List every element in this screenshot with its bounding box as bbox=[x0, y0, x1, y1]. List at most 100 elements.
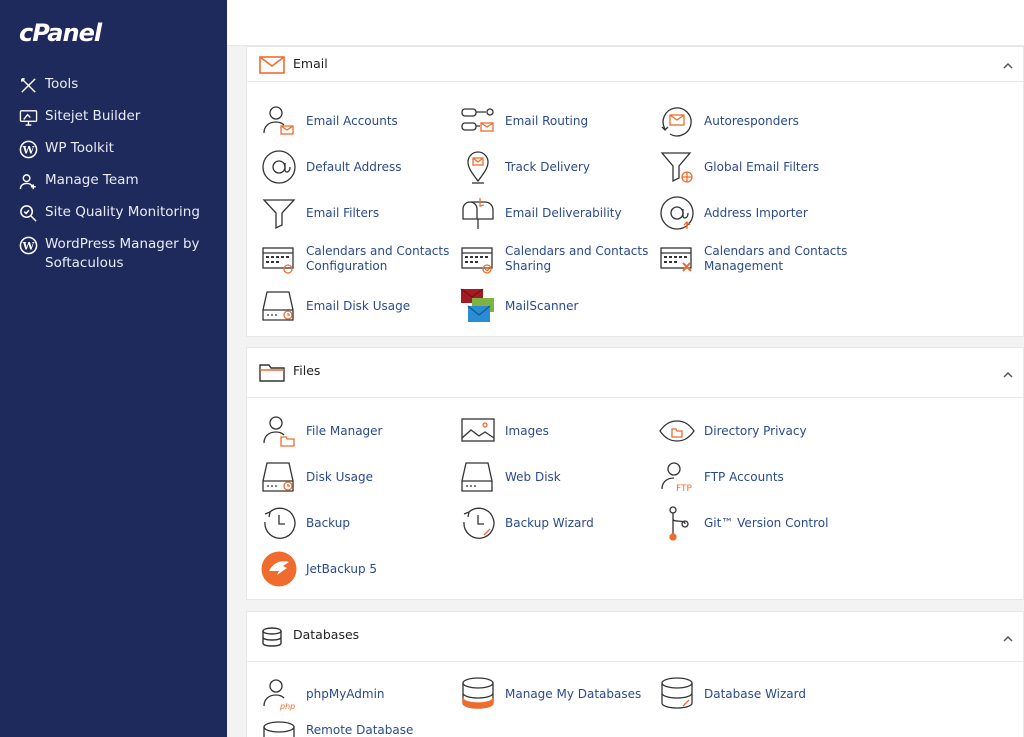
sidebar-item-label: WordPress Manager by Softaculous bbox=[45, 236, 200, 271]
item-label: Autoresponders bbox=[704, 113, 799, 128]
search-check-icon bbox=[18, 203, 38, 223]
email-deliverability-link[interactable]: Email Deliverability bbox=[460, 193, 655, 233]
sidebar-item-label: Manage Team bbox=[45, 172, 139, 188]
disk-icon bbox=[261, 459, 297, 495]
disk-usage-icon bbox=[261, 288, 297, 324]
phpmyadmin-link[interactable]: php phpMyAdmin bbox=[261, 674, 456, 714]
databases-section-header[interactable]: Databases bbox=[247, 612, 1023, 662]
email-section-header[interactable]: Email bbox=[247, 47, 1023, 82]
calendars-contacts-sharing-link[interactable]: Calendars and Contacts Sharing bbox=[460, 239, 655, 279]
sidebar-item-tools[interactable]: Tools bbox=[18, 75, 218, 95]
chevron-up-icon[interactable] bbox=[1001, 58, 1015, 72]
calendar-share-icon bbox=[460, 241, 496, 277]
mailscanner-icon bbox=[460, 288, 496, 324]
item-label: Address Importer bbox=[704, 205, 808, 220]
chevron-up-icon[interactable] bbox=[1001, 631, 1015, 645]
databases-section: Databases php phpMyAdmin Manage My Datab… bbox=[246, 611, 1024, 737]
remote-database-icon bbox=[261, 720, 297, 737]
sidebar-item-manage-team[interactable]: Manage Team bbox=[18, 171, 218, 191]
item-label: Calendars and Contacts Management bbox=[704, 244, 848, 273]
directory-privacy-link[interactable]: Directory Privacy bbox=[659, 411, 854, 451]
sidebar-item-label: WP Toolkit bbox=[45, 140, 114, 156]
files-section-header[interactable]: Files bbox=[247, 348, 1023, 398]
item-label: Email Disk Usage bbox=[306, 298, 411, 313]
backup-wizard-link[interactable]: Backup Wizard bbox=[460, 503, 655, 543]
top-header-bar bbox=[227, 0, 1024, 46]
svg-text:php: php bbox=[279, 702, 295, 711]
user-folder-icon bbox=[261, 413, 297, 449]
email-section-title: Email bbox=[293, 56, 328, 71]
svg-text:W: W bbox=[21, 240, 34, 252]
email-section: Email Email Accounts Email Routing Autor… bbox=[246, 46, 1024, 337]
item-label: Email Filters bbox=[306, 205, 380, 220]
sidebar-item-sitejet-builder[interactable]: Sitejet Builder bbox=[18, 107, 218, 127]
item-label: Manage My Databases bbox=[505, 686, 642, 701]
item-label: Global Email Filters bbox=[704, 159, 820, 174]
email-filters-link[interactable]: Email Filters bbox=[261, 193, 456, 233]
sidebar-item-label: Sitejet Builder bbox=[45, 108, 141, 124]
item-label: Default Address bbox=[306, 159, 402, 174]
backup-link[interactable]: Backup bbox=[261, 503, 456, 543]
file-manager-link[interactable]: File Manager bbox=[261, 411, 456, 451]
item-label: Email Routing bbox=[505, 113, 589, 128]
sidebar-item-label: Tools bbox=[45, 76, 79, 92]
calendars-contacts-configuration-link[interactable]: Calendars and Contacts Configuration bbox=[261, 239, 456, 279]
jetbackup-icon bbox=[261, 551, 297, 587]
email-accounts-link[interactable]: Email Accounts bbox=[261, 101, 456, 141]
at-import-icon bbox=[659, 195, 695, 231]
item-label: File Manager bbox=[306, 423, 383, 438]
remote-database-access-link[interactable]: Remote Database Access bbox=[261, 718, 456, 737]
item-label: phpMyAdmin bbox=[306, 686, 385, 701]
item-label: Remote Database Access bbox=[306, 723, 414, 737]
item-label: Images bbox=[505, 423, 549, 438]
email-disk-usage-link[interactable]: Email Disk Usage bbox=[261, 286, 456, 326]
envelope-icon bbox=[259, 55, 285, 77]
item-label: JetBackup 5 bbox=[306, 561, 378, 576]
default-address-link[interactable]: Default Address bbox=[261, 147, 456, 187]
item-label: Git™ Version Control bbox=[704, 515, 829, 530]
sidebar-item-wordpress-manager[interactable]: W WordPress Manager by Softaculous bbox=[18, 235, 218, 273]
eye-folder-icon bbox=[659, 413, 695, 449]
monitor-icon bbox=[18, 107, 38, 127]
calendars-contacts-management-link[interactable]: Calendars and Contacts Management bbox=[659, 239, 854, 279]
mailbox-icon bbox=[460, 195, 496, 231]
php-user-icon: php bbox=[261, 676, 297, 712]
images-link[interactable]: Images bbox=[460, 411, 655, 451]
mailscanner-link[interactable]: MailScanner bbox=[460, 286, 655, 326]
item-label: Email Accounts bbox=[306, 113, 398, 128]
tools-icon bbox=[18, 75, 38, 95]
sidebar-item-wp-toolkit[interactable]: W WP Toolkit bbox=[18, 139, 218, 159]
item-label: Email Deliverability bbox=[505, 205, 622, 220]
disk-usage-link[interactable]: Disk Usage bbox=[261, 457, 456, 497]
global-email-filters-link[interactable]: Global Email Filters bbox=[659, 147, 854, 187]
track-delivery-link[interactable]: Track Delivery bbox=[460, 147, 655, 187]
address-importer-link[interactable]: Address Importer bbox=[659, 193, 854, 233]
cpanel-logo[interactable]: cPanel bbox=[19, 19, 102, 47]
manage-my-databases-link[interactable]: Manage My Databases bbox=[460, 674, 655, 714]
files-section: Files File Manager Images Directory Priv… bbox=[246, 347, 1024, 600]
item-label: Calendars and Contacts Sharing bbox=[505, 244, 649, 273]
image-icon bbox=[460, 413, 496, 449]
sidebar-item-site-quality-monitoring[interactable]: Site Quality Monitoring bbox=[18, 203, 218, 223]
filter-icon bbox=[261, 195, 297, 231]
sidebar: cPanel Tools Sitejet Builder W WP Toolki… bbox=[0, 0, 227, 737]
git-version-control-link[interactable]: Git™ Version Control bbox=[659, 503, 854, 543]
item-label: Track Delivery bbox=[505, 159, 591, 174]
database-wizard-link[interactable]: Database Wizard bbox=[659, 674, 854, 714]
folder-icon bbox=[259, 362, 285, 384]
email-routing-link[interactable]: Email Routing bbox=[460, 101, 655, 141]
autoresponders-link[interactable]: Autoresponders bbox=[659, 101, 854, 141]
chevron-up-icon[interactable] bbox=[1001, 367, 1015, 381]
item-label: Backup bbox=[306, 515, 350, 530]
user-plus-icon bbox=[18, 171, 38, 191]
jetbackup-link[interactable]: JetBackup 5 bbox=[261, 549, 456, 589]
item-label: Directory Privacy bbox=[704, 423, 807, 438]
user-mail-icon bbox=[261, 103, 297, 139]
ftp-accounts-link[interactable]: FTP FTP Accounts bbox=[659, 457, 854, 497]
item-label: FTP Accounts bbox=[704, 469, 784, 484]
item-label: Web Disk bbox=[505, 469, 561, 484]
drive-icon bbox=[460, 459, 496, 495]
web-disk-link[interactable]: Web Disk bbox=[460, 457, 655, 497]
ftp-user-icon: FTP bbox=[659, 459, 695, 495]
at-sign-icon bbox=[261, 149, 297, 185]
